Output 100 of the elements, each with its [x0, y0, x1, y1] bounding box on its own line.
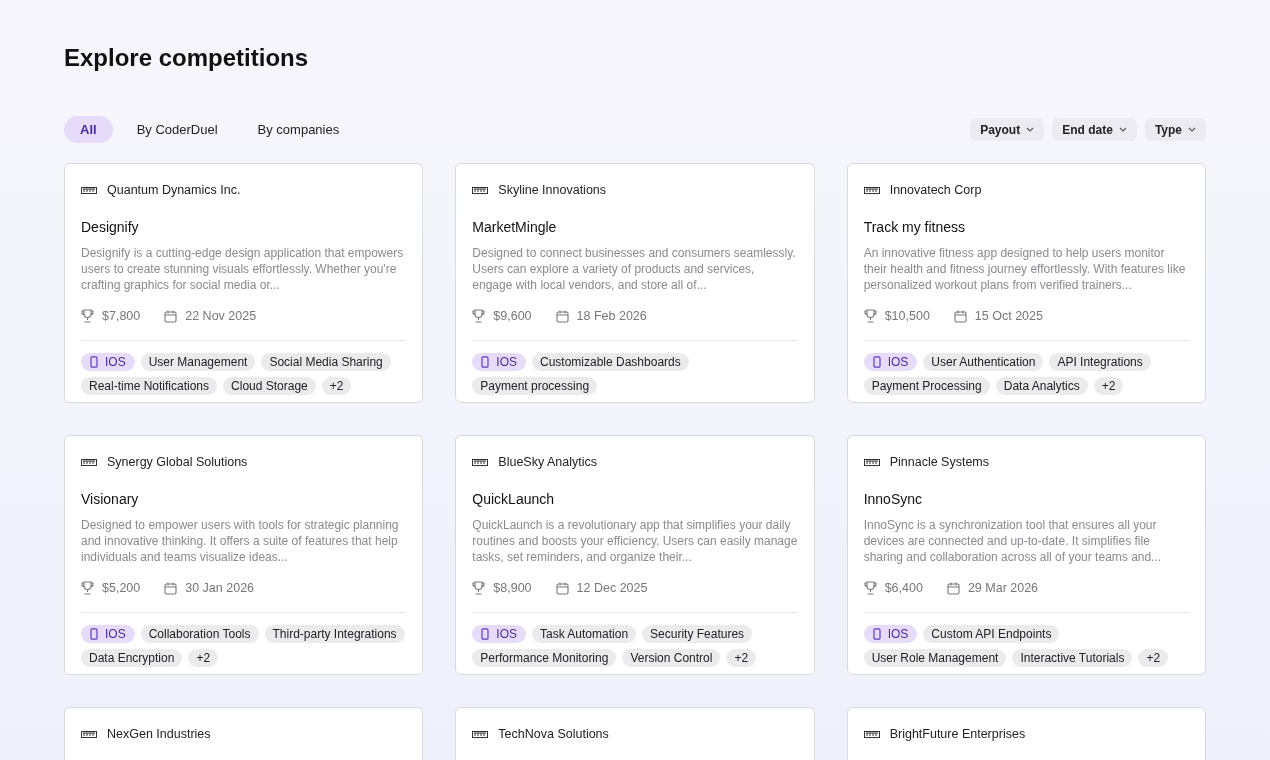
phone-icon	[481, 355, 490, 368]
trophy-icon	[863, 309, 877, 324]
calendar-icon	[946, 581, 960, 595]
chevron-down-icon	[1188, 127, 1196, 132]
payout-amount: $10,500	[884, 307, 930, 325]
more-tags-count: +2	[188, 648, 219, 667]
platform-tag: IOS	[472, 352, 526, 371]
company-name: Pinnacle Systems	[889, 454, 989, 471]
end-date: 18 Feb 2026	[576, 307, 647, 325]
competition-card[interactable]	[846, 435, 1206, 675]
trophy-icon	[81, 581, 94, 596]
platform-tag: IOS	[472, 624, 526, 643]
filter-tab[interactable]: By companies	[241, 116, 356, 143]
competition-card[interactable]: BrightFuture Enterprises	[846, 707, 1206, 760]
competition-title: Visionary	[81, 489, 140, 509]
competition-card[interactable]: NexGen Industries	[64, 707, 424, 760]
feature-tag: Data Encryption	[81, 648, 183, 667]
company-logo-icon	[472, 458, 489, 466]
filter-dropdown[interactable]: Type	[1144, 118, 1206, 141]
competition-description: Designify is a cutting-edge design application that empowers users to create stunning visuals effortlessly. Whether you're crafting graphics for social media or...	[81, 244, 405, 293]
payout-amount: $9,600	[493, 307, 532, 325]
page-title: Explore competitions	[64, 44, 310, 72]
company-name: TechNova Solutions	[498, 726, 609, 743]
competition-card[interactable]	[846, 163, 1206, 403]
company-logo-icon	[81, 730, 97, 738]
feature-tag: Cloud Storage	[223, 376, 316, 395]
feature-tag: Security Features	[642, 624, 753, 643]
feature-tag: Collaboration Tools	[140, 624, 259, 643]
calendar-icon	[164, 581, 178, 595]
more-tags-count: +2	[726, 648, 757, 667]
phone-icon	[90, 627, 98, 640]
trophy-icon	[863, 581, 877, 596]
trophy-icon	[472, 309, 486, 324]
company-name: Quantum Dynamics Inc.	[107, 182, 241, 199]
payout-amount: $6,400	[884, 579, 923, 597]
company-logo-icon	[863, 458, 880, 466]
filter-dropdown[interactable]: Payout	[970, 118, 1045, 141]
competition-card[interactable]: TechNova Solutions	[455, 707, 815, 760]
calendar-icon	[555, 309, 569, 323]
company-name: BrightFuture Enterprises	[889, 726, 1026, 743]
feature-tag: Performance Monitoring	[472, 648, 617, 667]
feature-tag: Real-time Notifications	[81, 376, 218, 395]
filter-dropdown[interactable]: End date	[1052, 118, 1137, 141]
competition-description: Designed to connect businesses and consumers seamlessly. Users can explore a variety of products and services, engage with local vendors, and store all of...	[472, 244, 797, 293]
payout-amount: $8,900	[493, 579, 532, 597]
end-date: 29 Mar 2026	[967, 579, 1039, 597]
feature-tag: Task Automation	[532, 624, 637, 643]
phone-icon	[872, 355, 881, 368]
calendar-icon	[555, 581, 569, 595]
feature-tag: Social Media Sharing	[261, 352, 391, 371]
competition-card[interactable]	[455, 435, 815, 675]
competition-title: InnoSync	[863, 489, 924, 509]
company-name: Skyline Innovations	[498, 182, 607, 199]
feature-tag: User Management	[140, 352, 256, 371]
phone-icon	[872, 627, 881, 640]
company-logo-icon	[472, 730, 489, 738]
feature-tag: Interactive Tutorials	[1012, 648, 1133, 667]
more-tags-count: +2	[1138, 648, 1169, 667]
trophy-icon	[81, 309, 94, 324]
feature-tag: Payment processing	[472, 376, 598, 395]
platform-tag: IOS	[81, 352, 135, 371]
platform-tag: IOS	[81, 624, 135, 643]
calendar-icon	[953, 309, 967, 323]
platform-tag: IOS	[863, 624, 918, 643]
end-date: 15 Oct 2025	[974, 307, 1043, 325]
payout-amount: $7,800	[102, 307, 141, 325]
competition-card[interactable]	[64, 163, 424, 403]
competition-description: Designed to empower users with tools for strategic planning and innovative thinking. It offers a suite of features that help individuals and teams visualize ideas...	[81, 516, 400, 565]
company-logo-icon	[81, 186, 97, 194]
competition-description: InnoSync is a synchronization tool that ensures all your devices are connected and up-to-date. It simplifies file sharing and collaboration across all of your teams and...	[863, 516, 1163, 565]
competition-title: Designify	[81, 217, 140, 237]
payout-amount: $5,200	[102, 579, 141, 597]
competition-title: QuickLaunch	[472, 489, 556, 509]
chevron-down-icon	[1118, 127, 1127, 132]
competition-title: Track my fitness	[863, 217, 967, 237]
feature-tag: Third-party Integrations	[264, 624, 405, 643]
trophy-icon	[472, 581, 486, 596]
feature-tag: Custom API Endpoints	[923, 624, 1060, 643]
competition-description: An innovative fitness app designed to help users monitor their health and fitness journey effortlessly. With features like personalized workout plans from verified trainers...	[863, 244, 1187, 293]
feature-tag: Version Control	[622, 648, 721, 667]
chevron-down-icon	[1026, 127, 1035, 132]
more-tags-count: +2	[1093, 376, 1124, 395]
platform-tag: IOS	[863, 352, 918, 371]
feature-tag: Data Analytics	[995, 376, 1088, 395]
competition-card[interactable]	[64, 435, 424, 675]
company-name: NexGen Industries	[107, 726, 211, 743]
company-logo-icon	[81, 458, 97, 466]
feature-tag: Payment Processing	[863, 376, 990, 395]
filter-tab[interactable]: By CoderDuel	[120, 116, 234, 143]
end-date: 12 Dec 2025	[576, 579, 648, 597]
company-name: Innovatech Corp	[889, 182, 982, 199]
company-logo-icon	[863, 730, 880, 738]
end-date: 22 Nov 2025	[185, 307, 257, 325]
feature-tag: User Role Management	[863, 648, 1007, 667]
filter-tab[interactable]: All	[64, 116, 113, 143]
competition-card[interactable]	[455, 163, 815, 403]
more-tags-count: +2	[321, 376, 352, 395]
phone-icon	[481, 627, 490, 640]
company-logo-icon	[472, 186, 489, 194]
end-date: 30 Jan 2026	[185, 579, 255, 597]
